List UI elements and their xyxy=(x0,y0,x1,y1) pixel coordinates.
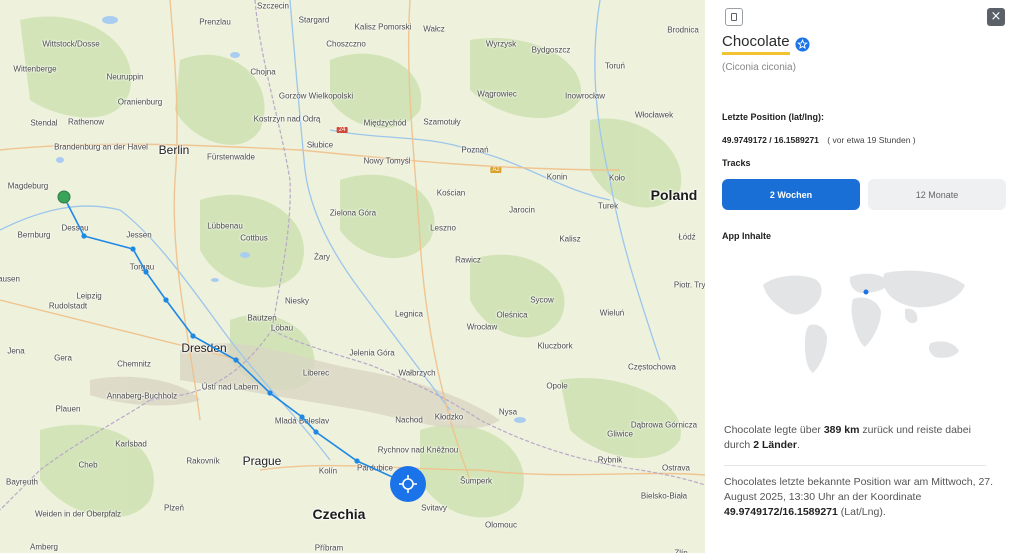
track-line xyxy=(63,196,409,485)
title-row: Chocolate xyxy=(722,33,810,55)
track-12-months-button[interactable]: 12 Monate xyxy=(868,179,1006,210)
tracks-label: Tracks xyxy=(722,158,751,168)
track-point[interactable] xyxy=(130,246,136,252)
track-point[interactable] xyxy=(299,414,305,420)
bird-name: Chocolate xyxy=(722,33,790,55)
track-2-weeks-button[interactable]: 2 Wochen xyxy=(722,179,860,210)
bird-detail-panel: × Chocolate (Ciconia ciconia) Letzte Pos… xyxy=(705,0,1024,553)
track-point[interactable] xyxy=(143,269,149,275)
track-start-marker xyxy=(57,190,71,204)
world-map-thumbnail xyxy=(763,270,965,373)
track-points xyxy=(81,233,360,464)
last-position-summary: Chocolates letzte bekannte Position war … xyxy=(724,476,994,518)
last-position-row: 49.9749172 / 16.1589271 ( vor etwa 19 St… xyxy=(722,135,916,145)
track-point[interactable] xyxy=(81,233,87,239)
close-button[interactable]: × xyxy=(987,8,1005,26)
verified-badge-icon xyxy=(795,36,810,52)
last-position-label: Letzte Position (lat/lng): xyxy=(722,112,824,122)
track-point[interactable] xyxy=(313,429,319,435)
distance-summary: Chocolate legte über 389 km zurück und r… xyxy=(724,424,971,451)
world-position-dot xyxy=(863,289,869,295)
countries-value: 2 Länder xyxy=(753,439,797,451)
species-name: (Ciconia ciconia) xyxy=(722,62,796,73)
track-point[interactable] xyxy=(163,297,169,303)
divider xyxy=(724,465,986,466)
track-point[interactable] xyxy=(233,357,239,363)
summary-coords: 49.9749172/16.1589271 xyxy=(724,506,838,518)
track-point[interactable] xyxy=(190,333,196,339)
track-point[interactable] xyxy=(354,458,360,464)
track-overlay xyxy=(57,190,426,502)
distance-value: 389 km xyxy=(823,424,860,436)
last-position-coords: 49.9749172 / 16.1589271 xyxy=(722,135,819,145)
map-view[interactable]: Szczecin Stargard Kalisz Pomorski Wałcz Brod… xyxy=(0,0,705,553)
track-point[interactable] xyxy=(267,390,273,396)
current-position-marker[interactable] xyxy=(390,466,426,502)
last-position-age: ( vor etwa 19 Stunden ) xyxy=(827,135,916,145)
copy-icon[interactable] xyxy=(725,8,743,26)
app-content-label: App Inhalte xyxy=(722,231,771,241)
